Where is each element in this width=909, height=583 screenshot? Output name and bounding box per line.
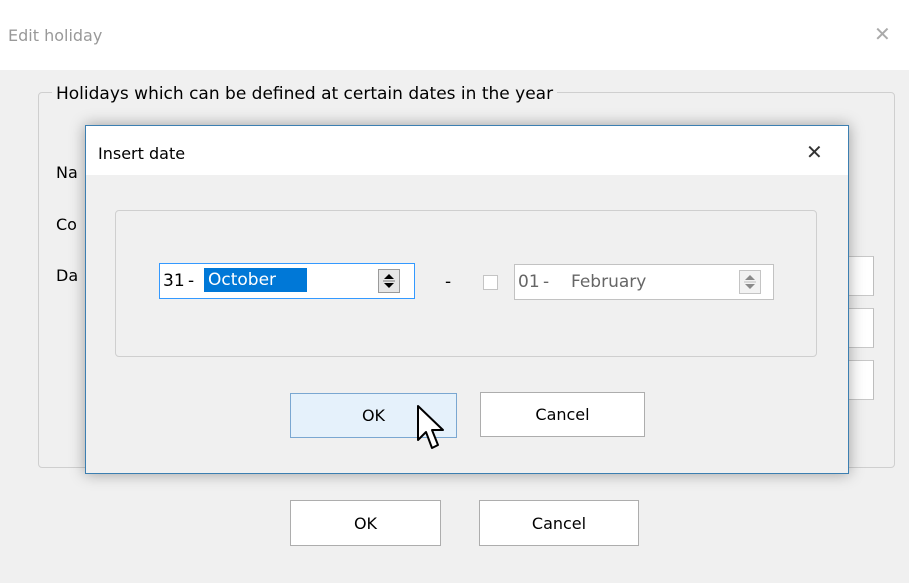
outer-cancel-label: Cancel: [531, 513, 587, 533]
outer-cancel-button[interactable]: Cancel: [479, 500, 639, 546]
end-date-checkbox[interactable]: [483, 275, 498, 290]
end-month-value: February: [571, 272, 647, 292]
close-icon[interactable]: ✕: [874, 22, 891, 46]
start-day-value[interactable]: 31: [163, 271, 185, 291]
start-month-value[interactable]: October: [204, 268, 307, 292]
spin-arrows-glyph: [744, 275, 756, 289]
edit-holiday-titlebar: Edit holiday ✕: [0, 0, 909, 70]
mouse-pointer-icon: [417, 405, 444, 449]
insert-date-cancel-button[interactable]: Cancel: [480, 392, 645, 437]
close-icon[interactable]: ✕: [806, 140, 823, 164]
start-date-picker[interactable]: 31 - October: [159, 263, 415, 299]
spin-up-down-icon[interactable]: [739, 270, 761, 294]
end-date-separator: -: [543, 272, 550, 292]
insert-date-cancel-label: Cancel: [535, 405, 590, 424]
outer-input-field-3[interactable]: [846, 360, 874, 400]
name-label: Na: [56, 163, 78, 182]
outer-input-field-1[interactable]: [846, 256, 874, 296]
end-date-picker[interactable]: 01 - February: [514, 264, 774, 300]
insert-date-ok-label: OK: [361, 406, 386, 425]
range-separator: -: [445, 272, 452, 292]
insert-date-dialog: Insert date ✕ 31 - October - 01 - Februa…: [85, 125, 849, 474]
outer-ok-label: OK: [353, 513, 378, 533]
insert-date-titlebar: Insert date ✕: [86, 126, 848, 175]
holidays-group-label: Holidays which can be defined at certain…: [52, 84, 558, 104]
outer-input-field-2[interactable]: [846, 308, 874, 348]
spin-up-down-icon[interactable]: [378, 269, 400, 293]
end-day-value: 01: [518, 272, 540, 292]
start-date-separator: -: [188, 271, 195, 291]
edit-holiday-title: Edit holiday: [8, 26, 103, 45]
outer-ok-button[interactable]: OK: [290, 500, 441, 546]
insert-date-title: Insert date: [98, 144, 186, 163]
spin-arrows-glyph: [383, 274, 395, 288]
date-label: Da: [56, 266, 79, 285]
country-label: Co: [56, 215, 77, 234]
